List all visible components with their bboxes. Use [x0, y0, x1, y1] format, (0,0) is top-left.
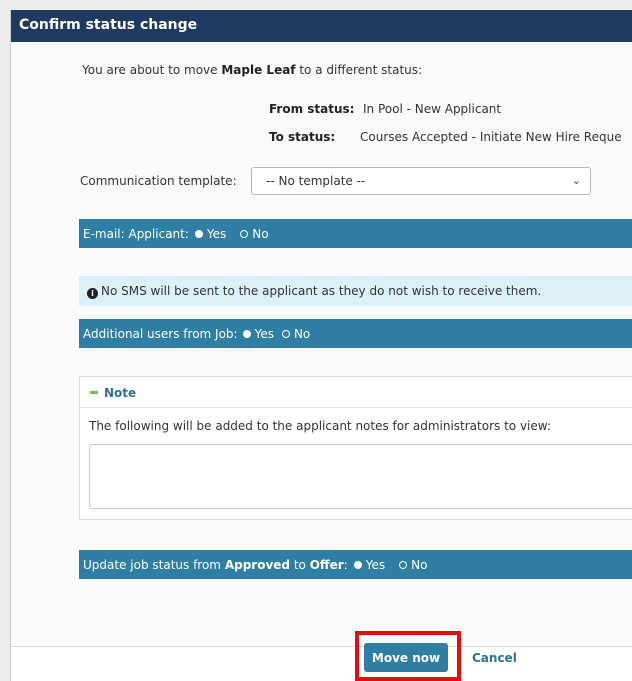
to-status-label: To status: — [269, 130, 336, 144]
cancel-link[interactable]: Cancel — [472, 651, 517, 665]
email-no-radio[interactable] — [240, 229, 249, 238]
applicant-name: Maple Leaf — [221, 63, 296, 77]
intro-text: You are about to move Maple Leaf to a di… — [82, 63, 422, 77]
from-status-row: From status: In Pool - New Applicant — [269, 102, 501, 116]
email-no-label[interactable]: No — [252, 227, 268, 241]
intro-suffix: to a different status: — [295, 63, 423, 77]
email-yes-radio[interactable] — [194, 229, 203, 238]
intro-prefix: You are about to move — [82, 63, 222, 77]
update-suffix: : — [343, 557, 348, 572]
update-from-status: Approved — [224, 557, 290, 572]
chevron-down-icon: ⌄ — [571, 174, 581, 187]
additional-users-band: Additional users from Job: Yes No — [79, 319, 632, 348]
email-applicant-band: E-mail: Applicant: Yes No — [79, 219, 632, 248]
users-yes-label[interactable]: Yes — [255, 327, 274, 341]
email-yes-label[interactable]: Yes — [207, 227, 226, 241]
update-prefix: Update job status from — [83, 557, 225, 572]
update-job-status-band: Update job status from Approved to Offer… — [79, 550, 632, 579]
template-select[interactable]: -- No template -- ⌄ — [251, 167, 591, 195]
sms-info-banner: i No SMS will be sent to the applicant as… — [79, 276, 632, 306]
note-panel: Note The following will be added to the … — [79, 376, 632, 520]
note-textarea[interactable] — [89, 444, 632, 509]
update-no-label[interactable]: No — [411, 558, 427, 572]
collapse-minus-icon[interactable] — [90, 391, 98, 394]
status-change-dialog: Confirm status change You are about to m… — [10, 10, 632, 681]
to-status-row: To status: Courses Accepted - Initiate Ne… — [269, 130, 622, 144]
users-no-label[interactable]: No — [294, 327, 310, 341]
dialog-title: Confirm status change — [11, 10, 632, 42]
update-no-radio[interactable] — [399, 560, 408, 569]
template-label: Communication template: — [80, 174, 237, 188]
info-icon: i — [87, 288, 98, 299]
to-status-value: Courses Accepted - Initiate New Hire Req… — [360, 130, 622, 144]
update-middle: to — [290, 557, 310, 572]
note-description: The following will be added to the appli… — [89, 419, 551, 433]
dialog-footer — [11, 646, 632, 681]
sms-info-text: No SMS will be sent to the applicant as … — [101, 284, 542, 298]
update-to-status: Offer — [309, 557, 344, 572]
note-title: Note — [104, 386, 137, 400]
users-no-radio[interactable] — [281, 329, 290, 338]
users-yes-radio[interactable] — [242, 329, 251, 338]
additional-users-label: Additional users from Job: — [83, 326, 238, 341]
note-header[interactable]: Note — [90, 386, 136, 400]
from-status-value: In Pool - New Applicant — [363, 102, 502, 116]
highlight-box — [355, 631, 461, 681]
email-applicant-label: E-mail: Applicant: — [83, 226, 189, 241]
update-yes-label[interactable]: Yes — [366, 558, 385, 572]
update-yes-radio[interactable] — [353, 560, 362, 569]
from-status-label: From status: — [269, 102, 355, 116]
template-selected-value: -- No template -- — [266, 174, 366, 188]
note-divider — [80, 407, 632, 408]
